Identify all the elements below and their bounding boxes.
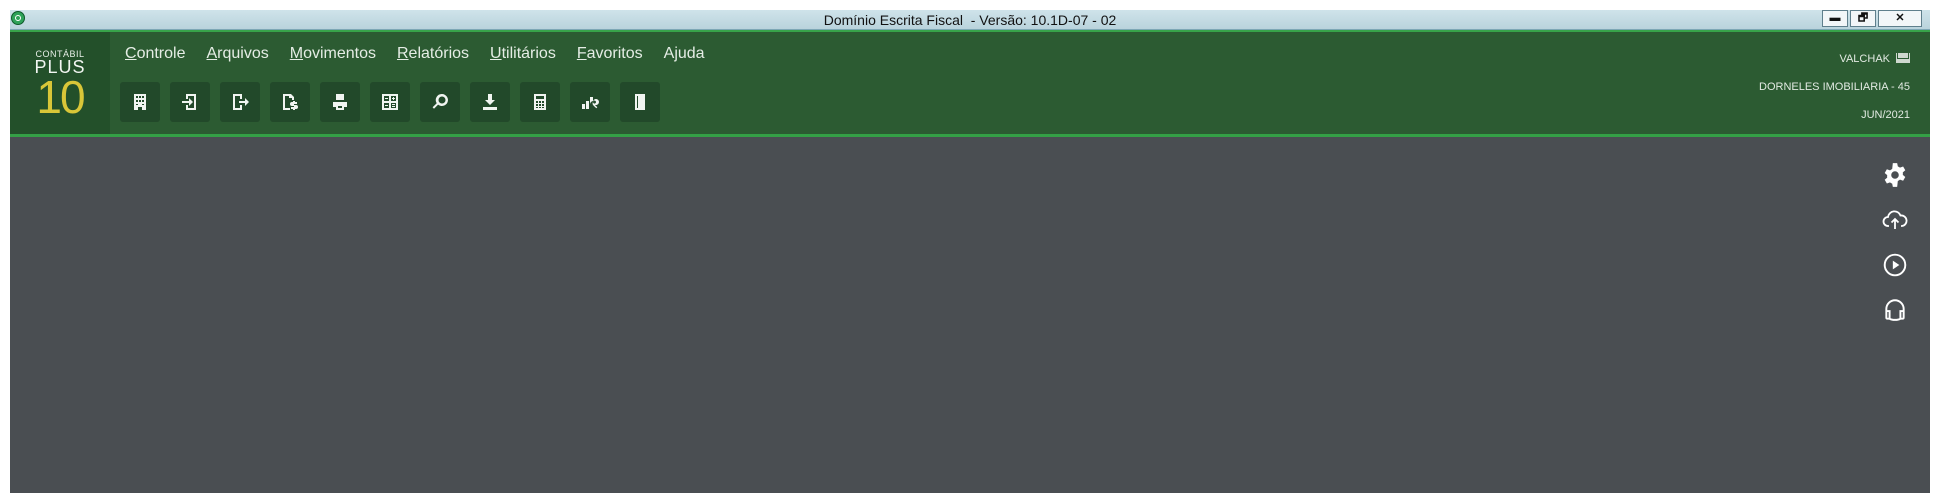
- gear-icon[interactable]: [1880, 160, 1910, 190]
- company-name: DORNELES IMOBILIARIA - 45: [1759, 81, 1910, 93]
- user-info: VALCHAK DORNELES IMOBILIARIA - 45 JUN/20…: [1759, 52, 1910, 136]
- menu-movimentos[interactable]: Movimentos: [290, 45, 376, 63]
- printer-icon[interactable]: [320, 82, 360, 122]
- window-controls: ▬ 🗗 ✕: [1820, 10, 1922, 27]
- restore-button[interactable]: 🗗: [1850, 10, 1876, 27]
- period: JUN/2021: [1861, 109, 1910, 121]
- username-row: VALCHAK: [1759, 52, 1910, 80]
- headset-icon[interactable]: [1880, 295, 1910, 325]
- product-logo: CONTÁBIL PLUS 10: [10, 32, 110, 134]
- menu-arquivos[interactable]: Arquivos: [206, 45, 268, 63]
- mail-icon[interactable]: [1896, 53, 1910, 63]
- chart-search-icon[interactable]: [570, 82, 610, 122]
- window-title: Domínio Escrita Fiscal - Versão: 10.1D-0…: [823, 12, 1117, 28]
- building-icon[interactable]: [120, 82, 160, 122]
- menu-ajuda[interactable]: Ajuda: [664, 45, 705, 63]
- menu-controle[interactable]: Controle: [125, 45, 185, 63]
- play-circle-icon[interactable]: [1880, 250, 1910, 280]
- main-menu: Controle Arquivos Movimentos Relatórios …: [125, 45, 726, 63]
- app-window: Domínio Escrita Fiscal - Versão: 10.1D-0…: [10, 10, 1930, 493]
- menu-favoritos[interactable]: Favoritos: [577, 45, 643, 63]
- calculator-icon[interactable]: [520, 82, 560, 122]
- download-icon[interactable]: [470, 82, 510, 122]
- search-icon[interactable]: [420, 82, 460, 122]
- username: VALCHAK: [1839, 53, 1890, 65]
- entry-icon[interactable]: [170, 82, 210, 122]
- exit-icon[interactable]: [220, 82, 260, 122]
- header-bar: CONTÁBIL PLUS 10 Controle Arquivos Movim…: [10, 30, 1930, 137]
- toolbar: [120, 82, 670, 122]
- menu-relatorios[interactable]: Relatórios: [397, 45, 469, 63]
- cloud-upload-icon[interactable]: [1880, 205, 1910, 235]
- close-button[interactable]: ✕: [1878, 10, 1922, 27]
- exit-door-icon[interactable]: [620, 82, 660, 122]
- minimize-button[interactable]: ▬: [1822, 10, 1848, 27]
- title-bar[interactable]: Domínio Escrita Fiscal - Versão: 10.1D-0…: [10, 10, 1930, 30]
- menu-utilitarios[interactable]: Utilitários: [490, 45, 556, 63]
- calculator-grid-icon[interactable]: [370, 82, 410, 122]
- tax-document-icon[interactable]: [270, 82, 310, 122]
- logo-number: 10: [36, 71, 85, 123]
- side-icons: [1880, 160, 1910, 340]
